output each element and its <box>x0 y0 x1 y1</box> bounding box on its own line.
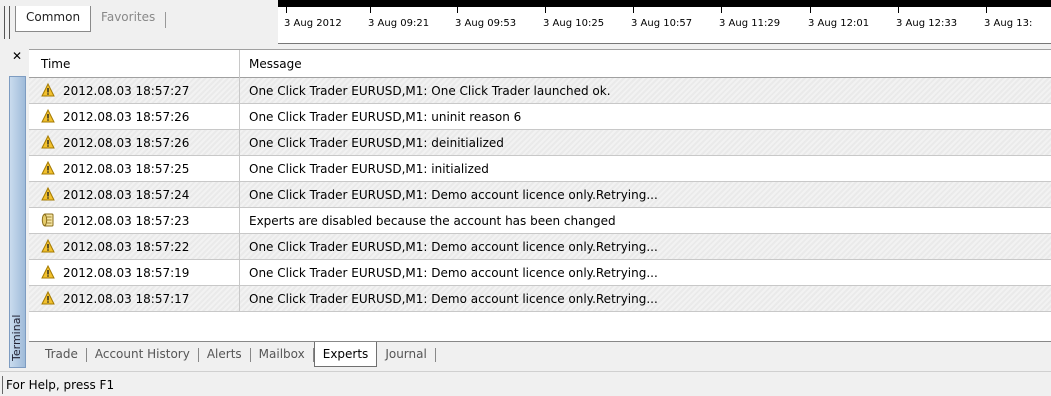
tab-alerts[interactable]: Alerts <box>199 342 250 364</box>
cell-time: 2012.08.03 18:57:26 <box>63 136 190 150</box>
column-header-time[interactable]: Time <box>41 57 70 71</box>
time-tick <box>370 7 371 13</box>
time-axis-bar <box>278 0 1051 7</box>
column-divider <box>239 104 240 130</box>
splitter-grip[interactable] <box>4 6 10 39</box>
status-divider <box>2 376 3 394</box>
tab-divider <box>165 12 167 28</box>
column-divider <box>239 234 240 260</box>
time-tick <box>286 7 287 13</box>
tab-journal[interactable]: Journal <box>377 342 435 364</box>
tab-experts[interactable]: Experts <box>313 342 378 367</box>
table-row[interactable]: 2012.08.03 18:57:24 One Click Trader EUR… <box>29 182 1051 208</box>
tab-mailbox[interactable]: Mailbox <box>251 342 313 364</box>
time-label: 3 Aug 12:33 <box>896 18 958 29</box>
cell-message: One Click Trader EURUSD,M1: Demo account… <box>249 240 658 254</box>
time-label: 3 Aug 09:21 <box>368 18 430 29</box>
column-divider <box>239 182 240 208</box>
time-label: 3 Aug 12:01 <box>808 18 870 29</box>
top-strip: Common Favorites 3 Aug 2012 3 Aug 09:21 … <box>0 0 1051 44</box>
column-divider <box>239 260 240 286</box>
time-tick <box>898 7 899 13</box>
terminal-side-strip: Terminal <box>9 76 26 368</box>
status-bar: For Help, press F1 <box>0 371 1051 396</box>
time-tick <box>633 7 634 13</box>
time-tick <box>986 7 987 13</box>
cell-time: 2012.08.03 18:57:27 <box>63 84 190 98</box>
time-axis-divider <box>278 43 1051 44</box>
tab-account-history[interactable]: Account History <box>87 342 198 364</box>
table-row[interactable]: 2012.08.03 18:57:26 One Click Trader EUR… <box>29 104 1051 130</box>
column-divider <box>239 208 240 234</box>
warning-icon <box>41 161 55 175</box>
table-row[interactable]: 2012.08.03 18:57:25 One Click Trader EUR… <box>29 156 1051 182</box>
table-row[interactable]: 2012.08.03 18:57:17 One Click Trader EUR… <box>29 286 1051 312</box>
terminal-tabs: Trade Account History Alerts Mailbox Exp… <box>37 342 436 367</box>
terminal-tabs-bar: Trade Account History Alerts Mailbox Exp… <box>29 341 1051 368</box>
time-label: 3 Aug 09:53 <box>455 18 517 29</box>
time-tick <box>457 7 458 13</box>
cell-time: 2012.08.03 18:57:25 <box>63 162 190 176</box>
column-divider <box>239 78 240 104</box>
table-header: Time Message <box>29 50 1051 78</box>
time-label: 3 Aug 10:25 <box>543 18 605 29</box>
chart-time-axis: 3 Aug 2012 3 Aug 09:21 3 Aug 09:53 3 Aug… <box>278 0 1051 44</box>
warning-icon <box>41 265 55 279</box>
column-divider <box>239 286 240 312</box>
warning-icon <box>41 135 55 149</box>
experts-log-table: Time Message 2012.08.03 18:57:27 One Cli… <box>29 49 1051 341</box>
table-body: 2012.08.03 18:57:27 One Click Trader EUR… <box>29 78 1051 312</box>
warning-icon <box>41 187 55 201</box>
time-tick <box>721 7 722 13</box>
cell-message: One Click Trader EURUSD,M1: Demo account… <box>249 292 658 306</box>
cell-time: 2012.08.03 18:57:19 <box>63 266 190 280</box>
tab-common[interactable]: Common <box>15 6 92 32</box>
status-text: For Help, press F1 <box>6 378 115 392</box>
cell-time: 2012.08.03 18:57:26 <box>63 110 190 124</box>
terminal-label: Terminal <box>10 314 23 362</box>
cell-message: One Click Trader EURUSD,M1: initialized <box>249 162 489 176</box>
time-label: 3 Aug 10:57 <box>631 18 693 29</box>
table-row[interactable]: 2012.08.03 18:57:19 One Click Trader EUR… <box>29 260 1051 286</box>
table-row[interactable]: 2012.08.03 18:57:22 One Click Trader EUR… <box>29 234 1051 260</box>
cell-time: 2012.08.03 18:57:17 <box>63 292 190 306</box>
mt4-window: Common Favorites 3 Aug 2012 3 Aug 09:21 … <box>0 0 1051 396</box>
cell-message: One Click Trader EURUSD,M1: deinitialize… <box>249 136 504 150</box>
cell-time: 2012.08.03 18:57:24 <box>63 188 190 202</box>
scroll-icon <box>41 213 54 227</box>
table-row[interactable]: 2012.08.03 18:57:27 One Click Trader EUR… <box>29 78 1051 104</box>
column-divider <box>239 130 240 156</box>
warning-icon <box>41 83 55 97</box>
cell-message: One Click Trader EURUSD,M1: Demo account… <box>249 188 658 202</box>
cell-time: 2012.08.03 18:57:23 <box>63 214 190 228</box>
time-label: 3 Aug 11:29 <box>719 18 781 29</box>
time-label: 3 Aug 13: <box>984 18 1033 29</box>
navigator-tabs: Common Favorites <box>15 6 167 39</box>
warning-icon <box>41 291 55 305</box>
cell-message: One Click Trader EURUSD,M1: Demo account… <box>249 266 658 280</box>
tab-favorites[interactable]: Favorites <box>91 6 165 28</box>
table-row[interactable]: 2012.08.03 18:57:26 One Click Trader EUR… <box>29 130 1051 156</box>
warning-icon <box>41 109 55 123</box>
time-tick <box>810 7 811 13</box>
cell-time: 2012.08.03 18:57:22 <box>63 240 190 254</box>
column-divider <box>239 156 240 182</box>
tab-divider <box>434 348 436 362</box>
column-header-message[interactable]: Message <box>249 57 302 71</box>
tab-trade[interactable]: Trade <box>37 342 86 364</box>
time-label: 3 Aug 2012 <box>284 18 342 29</box>
time-tick <box>545 7 546 13</box>
cell-message: One Click Trader EURUSD,M1: One Click Tr… <box>249 84 611 98</box>
cell-message: One Click Trader EURUSD,M1: uninit reaso… <box>249 110 522 124</box>
close-icon[interactable]: ✕ <box>12 49 22 63</box>
table-row[interactable]: 2012.08.03 18:57:23 Experts are disabled… <box>29 208 1051 234</box>
warning-icon <box>41 239 55 253</box>
cell-message: Experts are disabled because the account… <box>249 214 616 228</box>
column-divider[interactable] <box>239 50 240 78</box>
